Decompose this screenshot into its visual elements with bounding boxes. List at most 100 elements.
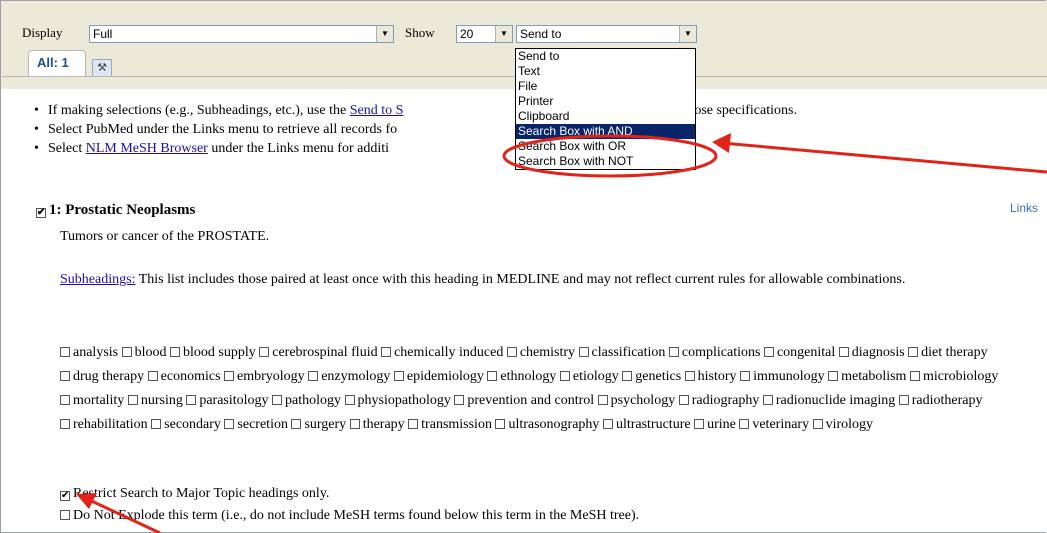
subheading-label: radiotherapy [911, 393, 983, 408]
subheading-checkbox[interactable] [393, 371, 404, 381]
dropdown-item[interactable]: Printer [516, 94, 695, 109]
subheading-checkbox[interactable] [506, 347, 517, 357]
sendto-select[interactable]: Send to ▼ [516, 25, 697, 43]
dropdown-item[interactable]: Search Box with NOT [516, 154, 695, 169]
subheading-label: virology [825, 417, 874, 432]
subheading-label: metabolism [841, 369, 907, 384]
subheading-checkbox[interactable] [291, 419, 302, 429]
record-checkbox[interactable]: ✔ [36, 208, 46, 218]
subheading-checkbox[interactable] [684, 371, 695, 381]
dropdown-item[interactable]: File [516, 79, 695, 94]
subheading-option: epidemiology [393, 369, 484, 384]
subheading-checkbox[interactable] [678, 395, 689, 405]
display-select[interactable]: Full ▼ [89, 25, 394, 43]
dropdown-item[interactable]: Send to [516, 49, 695, 64]
subheading-checkbox[interactable] [578, 347, 589, 357]
subheading-checkbox[interactable] [828, 371, 839, 381]
subheading-checkbox[interactable] [60, 371, 70, 381]
subheading-checkbox[interactable] [762, 395, 773, 405]
subheading-checkbox[interactable] [740, 371, 751, 381]
subheading-checkbox[interactable] [381, 347, 392, 357]
chevron-down-icon[interactable]: ▼ [679, 26, 696, 42]
show-select-value: 20 [460, 27, 474, 41]
subheading-checkbox[interactable] [602, 419, 613, 429]
subheading-checkbox[interactable] [898, 395, 909, 405]
subheading-label: nursing [140, 393, 183, 408]
subheading-checkbox[interactable] [272, 395, 283, 405]
subheading-checkbox[interactable] [121, 347, 132, 357]
subheading-label: enzymology [321, 369, 391, 384]
subheading-checkbox[interactable] [739, 419, 750, 429]
links-menu[interactable]: Links [1010, 201, 1038, 215]
subheading-option: diet therapy [908, 345, 988, 360]
subheading-checkbox[interactable] [622, 371, 633, 381]
subheading-label: secondary [164, 417, 221, 432]
send-to-link[interactable]: Send to S [350, 103, 404, 118]
subheading-checkbox[interactable] [487, 371, 498, 381]
subheading-label: ultrasonography [508, 417, 600, 432]
subheading-option: congenital [763, 345, 835, 360]
subheading-label: transmission [421, 417, 492, 432]
subheading-label: analysis [73, 345, 119, 360]
subheadings-link[interactable]: Subheadings: [60, 272, 135, 287]
tab-all[interactable]: All: 1 [28, 50, 86, 77]
subheading-label: microbiology [922, 369, 999, 384]
subheading-checkbox[interactable] [151, 419, 162, 429]
subheading-checkbox[interactable] [186, 395, 197, 405]
subheading-checkbox[interactable] [224, 419, 235, 429]
subheading-checkbox[interactable] [812, 419, 823, 429]
subheading-checkbox[interactable] [170, 347, 180, 357]
subheading-checkbox[interactable] [454, 395, 465, 405]
dropdown-item[interactable]: Search Box with OR [516, 139, 695, 154]
subheading-label: radionuclide imaging [775, 393, 896, 408]
restrict-major-option: ✔ Restrict Search to Major Topic headings… [60, 486, 329, 502]
subheading-option: complications [668, 345, 760, 360]
subheading-label: pathology [285, 393, 342, 408]
chevron-down-icon[interactable]: ▼ [376, 26, 393, 42]
subheading-checkbox[interactable] [495, 419, 506, 429]
subheading-checkbox[interactable] [909, 371, 920, 381]
restrict-major-checkbox[interactable]: ✔ [60, 491, 70, 501]
subheading-label: secretion [237, 417, 288, 432]
subheading-checkbox[interactable] [668, 347, 679, 357]
instruction-text: Select [48, 141, 86, 156]
subheading-option: radiotherapy [898, 393, 983, 408]
subheading-checkbox[interactable] [344, 395, 355, 405]
subheading-checkbox[interactable] [349, 419, 360, 429]
subheading-checkbox[interactable] [60, 347, 70, 357]
dropdown-item[interactable]: Text [516, 64, 695, 79]
subheading-option: prevention and control [454, 393, 594, 408]
subheading-label: surgery [304, 417, 347, 432]
subheading-checkbox[interactable] [60, 419, 70, 429]
subheading-checkbox[interactable] [908, 347, 919, 357]
subheading-checkbox[interactable] [694, 419, 705, 429]
mesh-browser-link[interactable]: NLM MeSH Browser [86, 141, 208, 156]
subheading-checkbox[interactable] [838, 347, 849, 357]
subheading-label: diagnosis [851, 345, 905, 360]
no-explode-checkbox[interactable] [60, 510, 70, 520]
subheading-option: secretion [224, 417, 288, 432]
dropdown-item[interactable]: Clipboard [516, 109, 695, 124]
subheading-checkbox[interactable] [597, 395, 608, 405]
subheading-checkbox[interactable] [147, 371, 158, 381]
subheading-checkbox[interactable] [308, 371, 319, 381]
subheading-label: blood [134, 345, 167, 360]
subheading-checkbox[interactable] [127, 395, 138, 405]
subheading-label: blood supply [183, 345, 256, 360]
show-select[interactable]: 20 ▼ [456, 25, 513, 43]
subheading-checkbox[interactable] [60, 395, 70, 405]
subheading-label: economics [160, 369, 221, 384]
subheading-checkbox[interactable] [559, 371, 570, 381]
subheading-option: parasitology [186, 393, 269, 408]
chevron-down-icon[interactable]: ▼ [495, 26, 512, 42]
tools-icon[interactable]: ⚒ [92, 59, 112, 77]
subheading-checkbox[interactable] [224, 371, 235, 381]
subheading-label: therapy [362, 417, 405, 432]
subheading-checkbox[interactable] [763, 347, 774, 357]
subheading-option: surgery [291, 417, 346, 432]
subheading-option: chemically induced [381, 345, 503, 360]
dropdown-item[interactable]: Search Box with AND [516, 124, 695, 139]
subheading-checkbox[interactable] [408, 419, 419, 429]
subheading-label: genetics [635, 369, 682, 384]
subheading-checkbox[interactable] [259, 347, 270, 357]
